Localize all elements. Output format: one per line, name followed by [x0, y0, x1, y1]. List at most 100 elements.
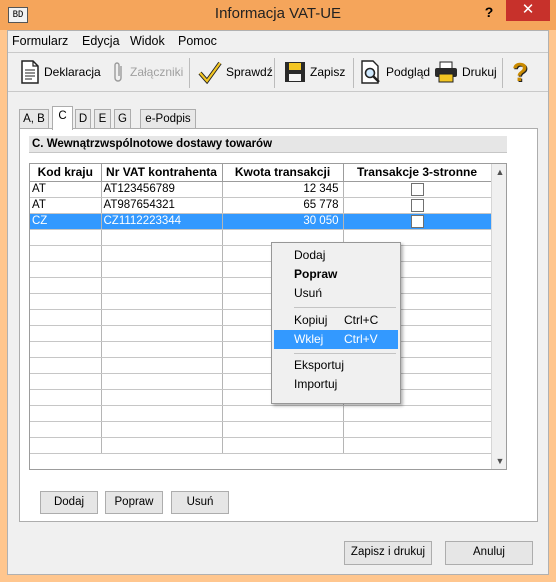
- table-row-selected[interactable]: CZ CZ1112223344 30 050: [30, 213, 492, 230]
- ctx-kopiuj[interactable]: Kopiuj Ctrl+C: [274, 311, 398, 330]
- cell-nr-vat[interactable]: AT123456789: [101, 181, 223, 198]
- zapisz-button[interactable]: Zapisz: [284, 56, 345, 88]
- ctx-separator: [294, 353, 396, 354]
- podglad-button[interactable]: Podgląd: [360, 56, 430, 88]
- empty-row[interactable]: [30, 245, 492, 262]
- table-header-row: Kod kraju Nr VAT kontrahenta Kwota trans…: [30, 164, 492, 182]
- ctx-usun[interactable]: Usuń: [274, 284, 398, 303]
- ctx-popraw-label: Popraw: [294, 267, 338, 281]
- ctx-eksportuj[interactable]: Eksportuj: [274, 356, 398, 375]
- ctx-importuj[interactable]: Importuj: [274, 375, 398, 394]
- cell-nr-vat[interactable]: CZ1112223344: [101, 213, 223, 230]
- empty-row[interactable]: [30, 309, 492, 326]
- ctx-wklej-shortcut: Ctrl+V: [344, 332, 378, 346]
- zapisz-label: Zapisz: [310, 65, 346, 79]
- usun-button[interactable]: Usuń: [171, 491, 229, 514]
- ctx-popraw[interactable]: Popraw: [274, 265, 398, 284]
- help-icon[interactable]: ?: [480, 4, 498, 22]
- print-preview-icon: [361, 60, 380, 84]
- window-title: Informacja VAT-UE: [214, 5, 342, 22]
- floppy-disk-icon: [285, 62, 305, 82]
- empty-row[interactable]: [30, 421, 492, 438]
- trojstronne-checkbox[interactable]: [410, 198, 424, 212]
- printer-icon: [435, 61, 457, 83]
- empty-row[interactable]: [30, 293, 492, 310]
- tab-e-podpis[interactable]: e-Podpis: [140, 109, 196, 129]
- deklaracja-label: Deklaracja: [44, 65, 101, 79]
- deklaracja-button[interactable]: Deklaracja: [20, 56, 101, 88]
- toolbar: Deklaracja Załączniki Sprawdź Zapisz Pod…: [8, 52, 548, 92]
- zapisz-drukuj-button[interactable]: Zapisz i drukuj: [344, 541, 432, 565]
- menu-formularz[interactable]: Formularz: [12, 34, 68, 48]
- table-row[interactable]: AT AT123456789 12 345: [30, 181, 492, 198]
- transactions-table: Kod kraju Nr VAT kontrahenta Kwota trans…: [30, 164, 492, 454]
- zalaczniki-label: Załączniki: [130, 65, 184, 79]
- menu-widok[interactable]: Widok: [130, 34, 165, 48]
- empty-row[interactable]: [30, 277, 492, 294]
- cell-kwota[interactable]: 30 050: [222, 213, 344, 230]
- col-kwota[interactable]: Kwota transakcji: [222, 164, 344, 182]
- empty-row[interactable]: [30, 341, 492, 358]
- col-trojstronne[interactable]: Transakcje 3-stronne: [343, 164, 492, 182]
- ctx-dodaj[interactable]: Dodaj: [274, 246, 398, 265]
- context-menu: Dodaj Popraw Usuń Kopiuj Ctrl+C Wklej Ct…: [271, 242, 401, 404]
- sprawdz-button[interactable]: Sprawdź: [198, 56, 273, 88]
- empty-row[interactable]: [30, 357, 492, 374]
- tab-c[interactable]: C: [52, 106, 73, 130]
- cell-kwota[interactable]: 65 778: [222, 197, 344, 214]
- cell-kod[interactable]: CZ: [30, 213, 102, 230]
- menu-pomoc[interactable]: Pomoc: [178, 34, 217, 48]
- table-row[interactable]: AT AT987654321 65 778: [30, 197, 492, 214]
- empty-row[interactable]: [30, 373, 492, 390]
- empty-row[interactable]: [30, 229, 492, 246]
- empty-row[interactable]: [30, 261, 492, 278]
- empty-row[interactable]: [30, 325, 492, 342]
- tab-e[interactable]: E: [94, 109, 111, 129]
- close-button[interactable]: ✕: [506, 0, 550, 21]
- cell-trojstronne: [343, 213, 492, 230]
- empty-row[interactable]: [30, 405, 492, 422]
- vertical-scrollbar[interactable]: ▲ ▼: [491, 164, 506, 469]
- toolbar-separator: [189, 58, 190, 88]
- trojstronne-checkbox[interactable]: [410, 214, 424, 228]
- cell-kod[interactable]: AT: [30, 181, 102, 198]
- title-bar[interactable]: BD Informacja VAT-UE ? ✕: [0, 0, 556, 30]
- popraw-button[interactable]: Popraw: [105, 491, 163, 514]
- toolbar-separator: [502, 58, 503, 88]
- transactions-grid[interactable]: Kod kraju Nr VAT kontrahenta Kwota trans…: [29, 163, 507, 470]
- document-icon: [21, 60, 39, 84]
- scroll-down-icon[interactable]: ▼: [492, 453, 506, 469]
- checkmark-icon: [198, 61, 222, 84]
- cell-nr-vat[interactable]: AT987654321: [101, 197, 223, 214]
- dodaj-button[interactable]: Dodaj: [40, 491, 98, 514]
- anuluj-button[interactable]: Anuluj: [445, 541, 533, 565]
- empty-row[interactable]: [30, 437, 492, 454]
- ctx-dodaj-label: Dodaj: [294, 248, 326, 262]
- col-kod-kraju[interactable]: Kod kraju: [30, 164, 102, 182]
- ctx-wklej-label: Wklej: [294, 332, 324, 346]
- ctx-eksportuj-label: Eksportuj: [294, 358, 345, 372]
- section-title: C. Wewnątrzwspólnotowe dostawy towarów: [29, 136, 507, 153]
- cell-kwota[interactable]: 12 345: [222, 181, 344, 198]
- zalaczniki-button[interactable]: Załączniki: [112, 56, 183, 88]
- tab-ab[interactable]: A, B: [19, 109, 49, 129]
- toolbar-separator: [274, 58, 275, 88]
- cell-trojstronne: [343, 197, 492, 214]
- ctx-wklej[interactable]: Wklej Ctrl+V: [274, 330, 398, 349]
- help-icon-toolbar[interactable]: ?: [512, 56, 528, 88]
- tab-g[interactable]: G: [114, 109, 131, 129]
- ctx-importuj-label: Importuj: [294, 377, 338, 391]
- trojstronne-checkbox[interactable]: [410, 182, 424, 196]
- menu-bar: Formularz Edycja Widok Pomoc: [8, 31, 548, 51]
- ctx-kopiuj-label: Kopiuj: [294, 313, 328, 327]
- cell-trojstronne: [343, 181, 492, 198]
- empty-row[interactable]: [30, 389, 492, 406]
- cell-kod[interactable]: AT: [30, 197, 102, 214]
- tab-d[interactable]: D: [75, 109, 91, 129]
- drukuj-button[interactable]: Drukuj: [434, 56, 497, 88]
- menu-edycja[interactable]: Edycja: [82, 34, 120, 48]
- scroll-up-icon[interactable]: ▲: [492, 164, 506, 180]
- podglad-label: Podgląd: [386, 65, 431, 79]
- col-nr-vat[interactable]: Nr VAT kontrahenta: [101, 164, 223, 182]
- sprawdz-label: Sprawdź: [226, 65, 273, 79]
